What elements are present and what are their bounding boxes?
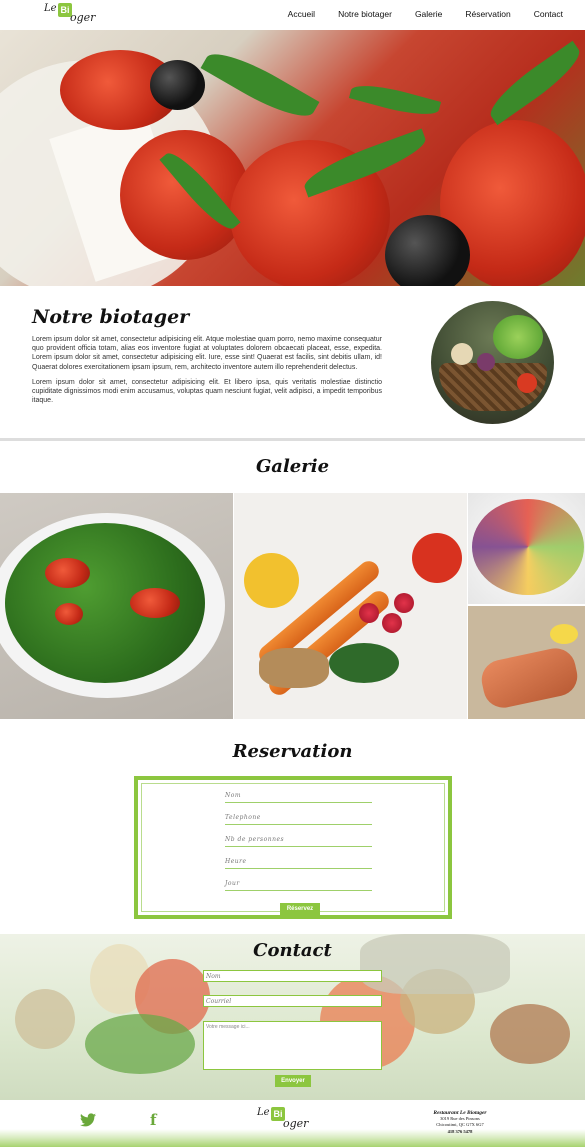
lemon-slice [550, 624, 578, 644]
contact-message-textarea[interactable]: Votre message ici... [203, 1021, 382, 1070]
basket-lettuce [493, 315, 543, 359]
basil [85, 1014, 195, 1074]
logo-tail: oger [70, 11, 96, 24]
footer-logo-le: Le [257, 1107, 270, 1118]
yellow-tomato [244, 553, 299, 608]
send-button[interactable]: Envoyer [275, 1075, 311, 1087]
reservation-form: Nom Telephone Nb de personnes Heure Jour… [134, 776, 452, 919]
contact-title: Contact [253, 940, 332, 961]
basket-beet [477, 353, 495, 371]
about-paragraph-1: Lorem ipsum dolor sit amet, consectetur … [32, 336, 382, 371]
facebook-icon[interactable]: f [150, 1111, 156, 1129]
gallery-title: Galerie [255, 456, 330, 477]
contact-name-input[interactable]: Nom [203, 970, 382, 982]
raspberry [359, 603, 379, 623]
res-time-field[interactable]: Heure [225, 858, 372, 869]
about-paragraph-2: Lorem ipsum dolor sit amet, consectetur … [32, 378, 382, 405]
salad-tomato [45, 558, 90, 588]
nav-contact[interactable]: Contact [534, 9, 563, 19]
res-day-field[interactable]: Jour [225, 880, 372, 891]
salad-tomato [55, 603, 83, 625]
section-divider [0, 438, 585, 441]
top-navbar: Le Bi oger Accueil Notre biotager Galeri… [0, 0, 585, 30]
footer-address: Restaurant Le Biotager 3019 Rue des Pins… [425, 1110, 495, 1135]
salad-tomato [130, 588, 180, 618]
res-phone-field[interactable]: Telephone [225, 814, 372, 825]
site-logo[interactable]: Le Bi oger [44, 3, 96, 27]
basket-onion [451, 343, 473, 365]
nav-reservation[interactable]: Réservation [465, 9, 510, 19]
mushroom [15, 989, 75, 1049]
main-menu: Accueil Notre biotager Galerie Réservati… [288, 9, 563, 19]
hero-arugula [200, 42, 320, 128]
salmon-fillet [478, 644, 581, 712]
contact-email-input[interactable]: Courriel [203, 995, 382, 1007]
herbs [329, 643, 399, 683]
mixed-salad [472, 499, 584, 595]
gallery-image-salmon[interactable] [468, 606, 585, 719]
nav-accueil[interactable]: Accueil [288, 9, 315, 19]
mushroom [490, 1004, 570, 1064]
reservation-form-inner: Nom Telephone Nb de personnes Heure Jour… [141, 783, 445, 916]
about-text: Lorem ipsum dolor sit amet, consectetur … [32, 335, 382, 405]
vegetable-basket-image [431, 301, 554, 424]
gallery-image-mixed-salad[interactable] [468, 493, 585, 604]
hero-olive [150, 60, 205, 110]
reserve-button[interactable]: Réservez [280, 903, 320, 916]
res-name-field[interactable]: Nom [225, 792, 372, 803]
hero-arugula [348, 78, 442, 122]
nav-notre-biotager[interactable]: Notre biotager [338, 9, 392, 19]
nav-galerie[interactable]: Galerie [415, 9, 442, 19]
hero-olive [385, 215, 470, 286]
reservation-title: Reservation [232, 741, 353, 762]
hero-salad-image [0, 30, 585, 286]
footer-logo[interactable]: Le Bi oger [257, 1107, 309, 1133]
about-title: Notre biotager [32, 306, 190, 328]
logo-le: Le [44, 3, 57, 14]
raspberry [394, 593, 414, 613]
twitter-icon[interactable] [80, 1113, 96, 1127]
gallery-image-vegetables[interactable] [234, 493, 467, 719]
hero-tomato [120, 130, 250, 260]
res-people-field[interactable]: Nb de personnes [225, 836, 372, 847]
hero-arugula [482, 40, 585, 126]
footer-logo-tail: oger [283, 1117, 309, 1130]
basket-tomato [517, 373, 537, 393]
walnuts [259, 648, 329, 688]
raspberry [382, 613, 402, 633]
gallery-image-salad-bowl[interactable] [0, 493, 233, 719]
red-tomato [412, 533, 462, 583]
phone-number: 418 376 5478 [447, 1128, 473, 1134]
